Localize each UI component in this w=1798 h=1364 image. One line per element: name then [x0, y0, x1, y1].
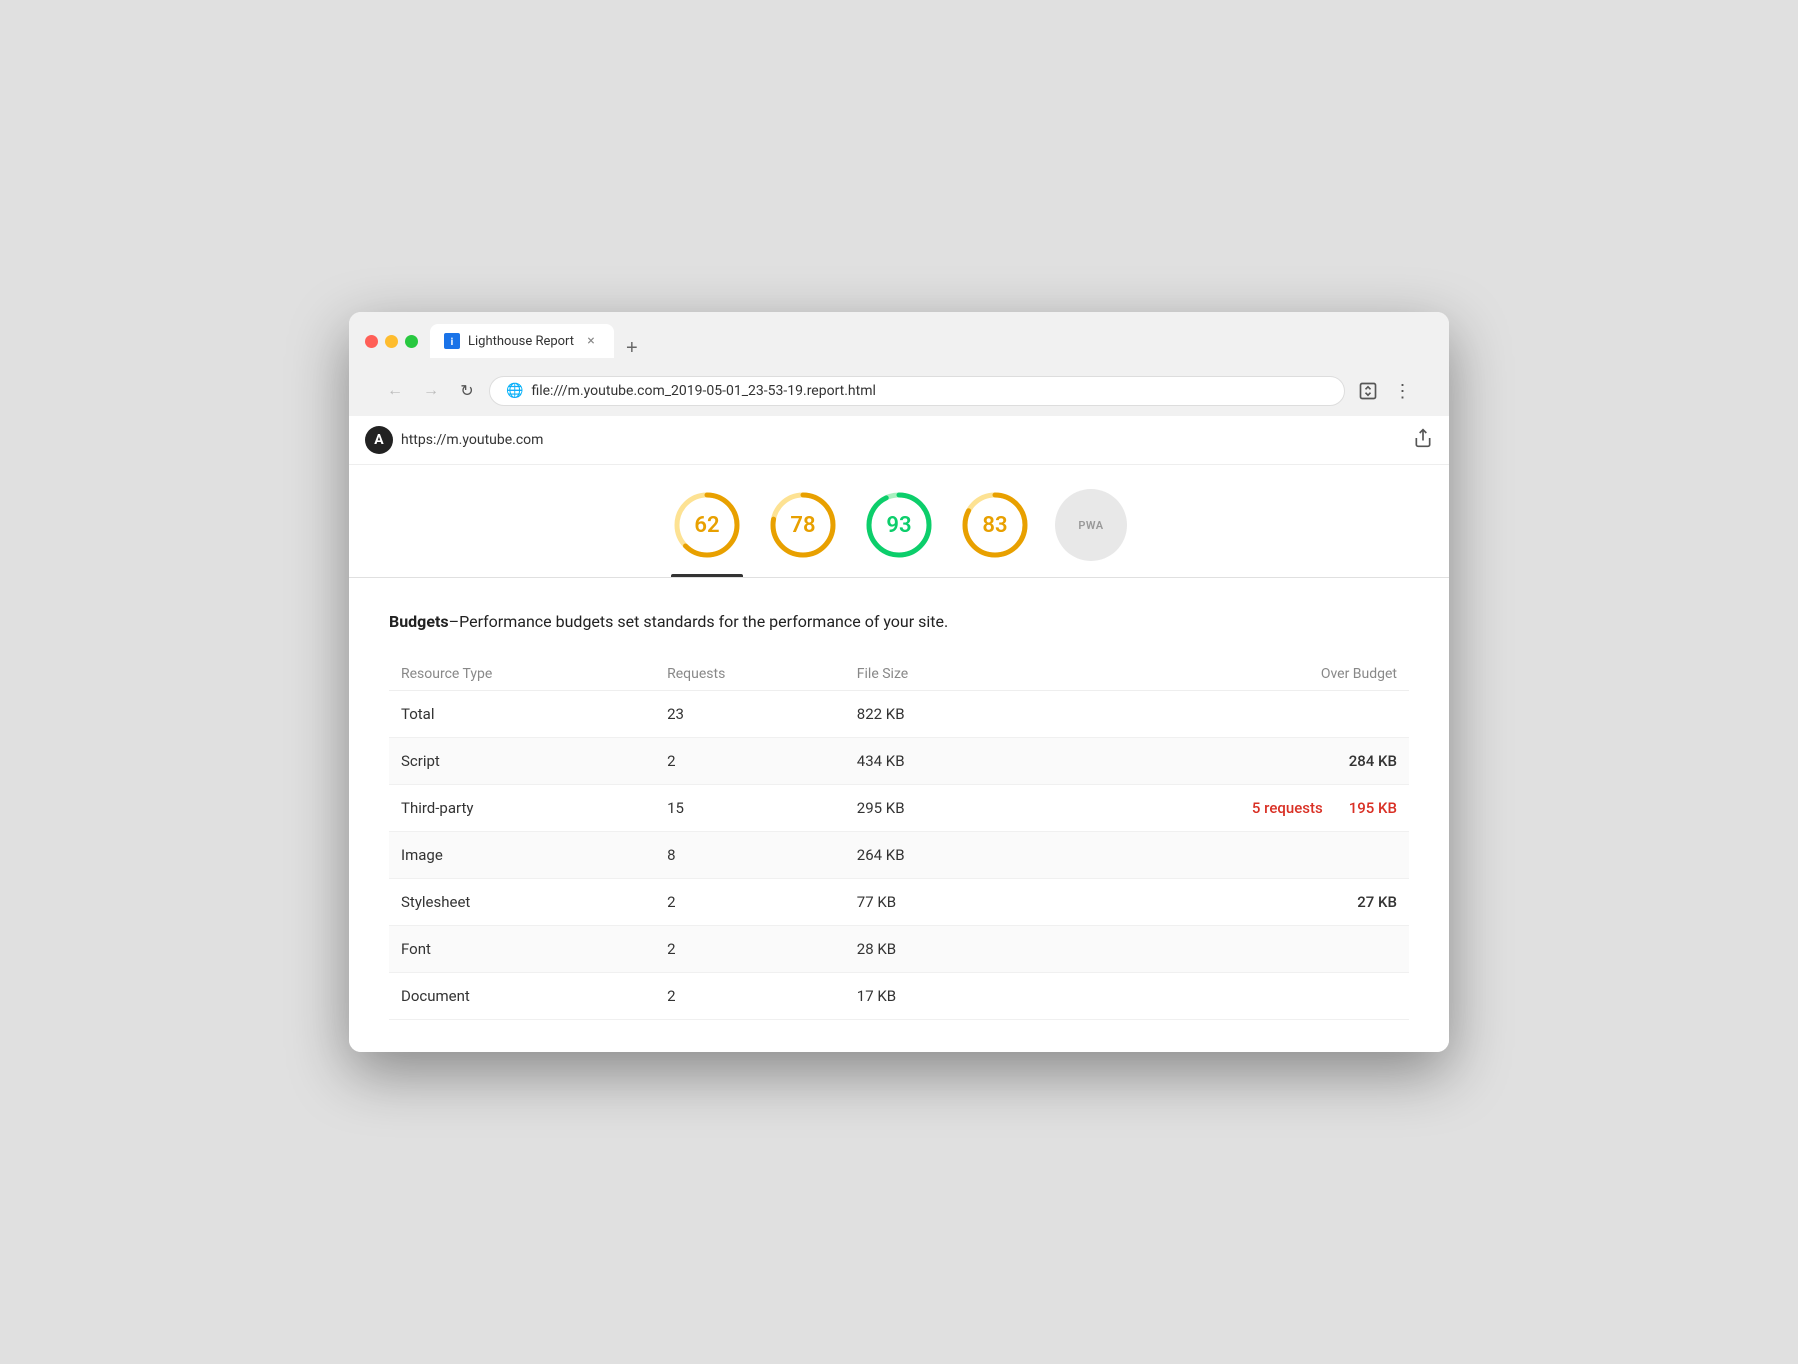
col-header-resource-type: Resource Type: [389, 658, 655, 691]
site-icon-letter: A: [374, 432, 383, 448]
score-value-accessibility: 78: [790, 513, 815, 538]
site-url-bar: A https://m.youtube.com: [365, 426, 543, 454]
cell-file-size: 264 KB: [845, 832, 1019, 879]
score-performance[interactable]: 62: [671, 489, 743, 577]
cell-requests: 8: [655, 832, 845, 879]
cell-over-budget: 5 requests 195 KB: [1019, 785, 1409, 832]
cell-file-size: 434 KB: [845, 738, 1019, 785]
cell-type: Script: [389, 738, 655, 785]
score-accessibility[interactable]: 78: [767, 489, 839, 577]
url-bar[interactable]: 🌐 file:///m.youtube.com_2019-05-01_23-53…: [489, 376, 1345, 406]
cell-file-size: 28 KB: [845, 926, 1019, 973]
main-content: 62 78: [349, 465, 1449, 1052]
over-budget-value: 195 KB: [1349, 799, 1397, 817]
pwa-label: PWA: [1078, 519, 1103, 532]
lighthouse-tab-icon: i: [444, 333, 460, 349]
over-requests-value: 5 requests: [1252, 799, 1323, 817]
score-value-best-practices: 93: [886, 513, 911, 538]
table-header-row: Resource Type Requests File Size Over Bu…: [389, 658, 1409, 691]
reload-button[interactable]: ↻: [453, 377, 481, 405]
cell-type: Image: [389, 832, 655, 879]
cell-over-budget: [1019, 691, 1409, 738]
cell-requests: 2: [655, 738, 845, 785]
tab-close-button[interactable]: ×: [582, 332, 600, 350]
profile-icon-button[interactable]: [1353, 376, 1383, 406]
site-icon: A: [365, 426, 393, 454]
cell-type: Total: [389, 691, 655, 738]
pwa-circle: PWA: [1055, 489, 1127, 561]
score-circle-best-practices: 93: [863, 489, 935, 561]
cell-requests: 2: [655, 879, 845, 926]
cell-requests: 23: [655, 691, 845, 738]
score-circle-seo: 83: [959, 489, 1031, 561]
score-pwa[interactable]: PWA: [1055, 489, 1127, 577]
cell-requests: 2: [655, 973, 845, 1020]
globe-icon: 🌐: [506, 383, 523, 399]
site-url-text: https://m.youtube.com: [401, 432, 543, 448]
minimize-button[interactable]: [385, 335, 398, 348]
cell-type: Stylesheet: [389, 879, 655, 926]
section-title: Budgets–Performance budgets set standard…: [389, 610, 1409, 634]
cell-file-size: 17 KB: [845, 973, 1019, 1020]
window-controls: [365, 335, 418, 348]
col-header-requests: Requests: [655, 658, 845, 691]
url-text: file:///m.youtube.com_2019-05-01_23-53-1…: [531, 383, 1328, 399]
table-row: Script 2 434 KB 284 KB: [389, 738, 1409, 785]
new-tab-button[interactable]: +: [618, 338, 646, 358]
menu-button[interactable]: ⋮: [1387, 376, 1417, 406]
table-row: Image 8 264 KB: [389, 832, 1409, 879]
col-header-file-size: File Size: [845, 658, 1019, 691]
forward-button[interactable]: →: [417, 377, 445, 405]
budget-table: Resource Type Requests File Size Over Bu…: [389, 658, 1409, 1020]
cell-type: Third-party: [389, 785, 655, 832]
scores-section: 62 78: [349, 465, 1449, 578]
score-circle-accessibility: 78: [767, 489, 839, 561]
cell-requests: 15: [655, 785, 845, 832]
col-header-over-budget: Over Budget: [1019, 658, 1409, 691]
address-bar: ← → ↻ 🌐 file:///m.youtube.com_2019-05-01…: [365, 368, 1433, 416]
cell-type: Document: [389, 973, 655, 1020]
menu-dots-icon: ⋮: [1394, 381, 1411, 402]
table-row: Document 2 17 KB: [389, 973, 1409, 1020]
score-circle-performance: 62: [671, 489, 743, 561]
cell-over-budget: [1019, 832, 1409, 879]
title-bar: i Lighthouse Report × + ← → ↻ 🌐 file:///…: [349, 312, 1449, 416]
table-row: Stylesheet 2 77 KB 27 KB: [389, 879, 1409, 926]
cell-over-budget: [1019, 973, 1409, 1020]
table-row: Font 2 28 KB: [389, 926, 1409, 973]
tab-bar: i Lighthouse Report × +: [430, 324, 1433, 358]
cell-type: Font: [389, 926, 655, 973]
back-button[interactable]: ←: [381, 377, 409, 405]
tab-lighthouse[interactable]: i Lighthouse Report ×: [430, 324, 614, 358]
maximize-button[interactable]: [405, 335, 418, 348]
close-button[interactable]: [365, 335, 378, 348]
cell-requests: 2: [655, 926, 845, 973]
score-value-performance: 62: [694, 513, 719, 538]
cell-file-size: 295 KB: [845, 785, 1019, 832]
cell-over-budget: 284 KB: [1019, 738, 1409, 785]
svg-text:i: i: [451, 337, 454, 348]
tab-title: Lighthouse Report: [468, 334, 574, 349]
toolbar-icons: ⋮: [1353, 376, 1417, 406]
score-value-seo: 83: [982, 513, 1007, 538]
cell-over-budget: 27 KB: [1019, 879, 1409, 926]
title-bar-top: i Lighthouse Report × +: [365, 324, 1433, 358]
table-row: Total 23 822 KB: [389, 691, 1409, 738]
cell-over-budget: [1019, 926, 1409, 973]
content-toolbar: A https://m.youtube.com: [349, 416, 1449, 465]
browser-window: i Lighthouse Report × + ← → ↻ 🌐 file:///…: [349, 312, 1449, 1052]
share-button[interactable]: [1413, 428, 1433, 453]
score-best-practices[interactable]: 93: [863, 489, 935, 577]
table-row: Third-party 15 295 KB 5 requests 195 KB: [389, 785, 1409, 832]
cell-file-size: 77 KB: [845, 879, 1019, 926]
cell-file-size: 822 KB: [845, 691, 1019, 738]
section-title-rest: –Performance budgets set standards for t…: [449, 612, 949, 631]
score-seo[interactable]: 83: [959, 489, 1031, 577]
table-section: Budgets–Performance budgets set standard…: [349, 578, 1449, 1052]
section-title-bold: Budgets: [389, 612, 449, 631]
